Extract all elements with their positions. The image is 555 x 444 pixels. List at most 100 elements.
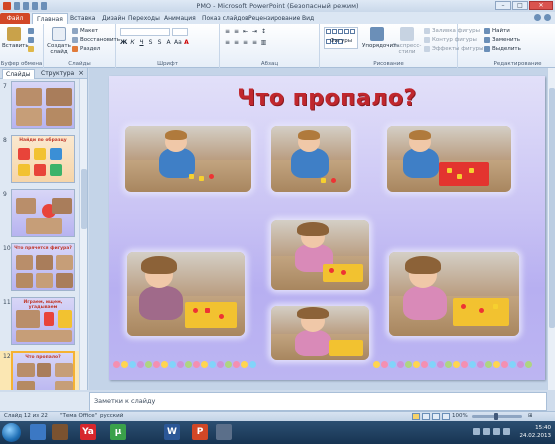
replace-button[interactable]: Заменить: [484, 36, 520, 44]
decrease-indent-icon[interactable]: ⇤: [242, 28, 249, 35]
reset-button[interactable]: Восстановить: [72, 36, 120, 44]
select-button[interactable]: Выделить: [484, 45, 521, 53]
spacing-button[interactable]: A: [165, 39, 172, 46]
align-center-icon[interactable]: ≡: [233, 39, 240, 46]
current-slide[interactable]: Что пропало?: [109, 76, 545, 380]
font-size-select[interactable]: [172, 28, 188, 36]
close-button[interactable]: ✕: [529, 1, 553, 10]
slide-thumbnail[interactable]: Играем, ищем, угадываем: [11, 297, 75, 345]
thumbnail-row[interactable]: 11 Играем, ищем, угадываем: [0, 297, 80, 351]
tab-file[interactable]: Файл: [0, 13, 30, 24]
scroll-thumb[interactable]: [81, 169, 87, 229]
shape-fill-button[interactable]: Заливка фигуры: [424, 27, 480, 35]
word-icon[interactable]: W: [164, 424, 180, 440]
flag-icon[interactable]: [503, 428, 510, 435]
shape-effects-button[interactable]: Эффекты фигуры: [424, 45, 484, 53]
tab-home[interactable]: Главная: [32, 13, 68, 24]
shapes-button[interactable]: Фигуры: [326, 38, 356, 44]
shape-outline-button[interactable]: Контур фигуры: [424, 36, 477, 44]
numbering-icon[interactable]: ≡: [233, 28, 240, 35]
slide-thumbnail-current[interactable]: Что пропало?: [11, 351, 75, 390]
thumbnail-row[interactable]: 8 Найди по образцу: [0, 135, 80, 189]
line-spacing-icon[interactable]: ↕: [260, 28, 267, 35]
tab-view[interactable]: Вид: [298, 13, 318, 24]
minimize-button[interactable]: –: [495, 1, 511, 10]
format-painter-button[interactable]: [28, 45, 36, 53]
ribbon-minimize-icon[interactable]: [534, 14, 541, 21]
start-button[interactable]: [2, 423, 21, 442]
zoom-level[interactable]: 100%: [452, 412, 468, 421]
network-icon[interactable]: [483, 428, 490, 435]
media-icon[interactable]: [52, 424, 68, 440]
fit-to-window-icon[interactable]: ⊞: [528, 412, 533, 421]
normal-view-button[interactable]: [412, 413, 420, 420]
language-indicator[interactable]: русский: [100, 412, 123, 421]
photo-girl-right[interactable]: [389, 252, 519, 336]
thumbnail-row[interactable]: 7: [0, 81, 80, 135]
photo-boy-right[interactable]: [387, 126, 511, 192]
tab-outline-panel[interactable]: Структура: [38, 69, 77, 79]
slide-thumbnail[interactable]: Что прячется фигура?: [11, 243, 75, 291]
columns-icon[interactable]: ▥: [260, 39, 267, 46]
clock[interactable]: 15:40 24.02.2013: [520, 424, 552, 440]
reading-view-button[interactable]: [432, 413, 440, 420]
thumbnail-row[interactable]: 10 Что прячется фигура?: [0, 243, 80, 297]
volume-icon[interactable]: [493, 428, 500, 435]
font-family-select[interactable]: [120, 28, 170, 36]
find-button[interactable]: Найти: [484, 27, 510, 35]
quick-styles-button[interactable]: Экспресс-стили: [392, 27, 422, 55]
photo-girl-center[interactable]: [271, 220, 369, 290]
new-slide-button[interactable]: Создать слайд: [47, 27, 71, 55]
tab-transitions[interactable]: Переходы: [124, 13, 164, 24]
copy-button[interactable]: [28, 36, 36, 44]
bullets-icon[interactable]: ≡: [224, 28, 231, 35]
arrange-button[interactable]: Упорядочить: [362, 27, 400, 49]
slide-sorter-button[interactable]: [422, 413, 430, 420]
utorrent-icon[interactable]: µ: [110, 424, 126, 440]
paint-icon[interactable]: [216, 424, 232, 440]
maximize-button[interactable]: □: [512, 1, 528, 10]
photo-boy-left[interactable]: [125, 126, 251, 192]
increase-indent-icon[interactable]: ⇥: [251, 28, 258, 35]
help-icon[interactable]: [544, 14, 551, 21]
tab-animation[interactable]: Анимация: [160, 13, 200, 24]
slideshow-button[interactable]: [442, 413, 450, 420]
paste-button[interactable]: Вставить: [2, 27, 29, 49]
close-panel-icon[interactable]: ×: [78, 69, 84, 77]
section-button[interactable]: Раздел: [72, 45, 100, 53]
layout-button[interactable]: Макет: [72, 27, 98, 35]
align-left-icon[interactable]: ≡: [224, 39, 231, 46]
zoom-slider[interactable]: [472, 413, 522, 420]
thumbnail-scrollbar[interactable]: [79, 79, 87, 390]
underline-button[interactable]: Ч: [138, 39, 145, 46]
slide-scrollbar[interactable]: [547, 68, 555, 390]
photo-girl-left[interactable]: [127, 252, 245, 336]
scroll-thumb[interactable]: [549, 88, 555, 328]
align-right-icon[interactable]: ≡: [242, 39, 249, 46]
cut-button[interactable]: [28, 27, 36, 35]
tab-review[interactable]: Рецензирование: [244, 13, 304, 24]
justify-icon[interactable]: ≡: [251, 39, 258, 46]
slide-thumbnail[interactable]: [11, 189, 75, 237]
powerpoint-icon[interactable]: P: [192, 424, 208, 440]
thumbnail-row[interactable]: 9: [0, 189, 80, 243]
photo-girl-bottom[interactable]: [271, 306, 369, 360]
shadow-button[interactable]: S: [156, 39, 163, 46]
yandex-icon[interactable]: Ya: [80, 424, 96, 440]
thumbnail-row-selected[interactable]: 12 Что пропало?: [0, 351, 80, 390]
photo-boy-center[interactable]: [271, 126, 351, 192]
bold-button[interactable]: Ж: [120, 39, 127, 46]
zoom-slider-thumb[interactable]: [494, 413, 498, 420]
font-color-button[interactable]: A: [183, 39, 190, 46]
change-case-button[interactable]: Аа: [174, 39, 182, 46]
slide-thumbnail[interactable]: Найди по образцу: [11, 135, 75, 183]
tab-insert[interactable]: Вставка: [66, 13, 99, 24]
tab-slides-panel[interactable]: Слайды: [2, 69, 35, 79]
slide-thumbnail[interactable]: [11, 81, 75, 129]
notes-pane[interactable]: Заметки к слайду: [89, 392, 547, 411]
italic-button[interactable]: К: [129, 39, 136, 46]
strikethrough-button[interactable]: S: [147, 39, 154, 46]
slide-title[interactable]: Что пропало?: [109, 86, 545, 111]
explorer-icon[interactable]: [30, 424, 46, 440]
language-tray-icon[interactable]: [473, 428, 480, 435]
